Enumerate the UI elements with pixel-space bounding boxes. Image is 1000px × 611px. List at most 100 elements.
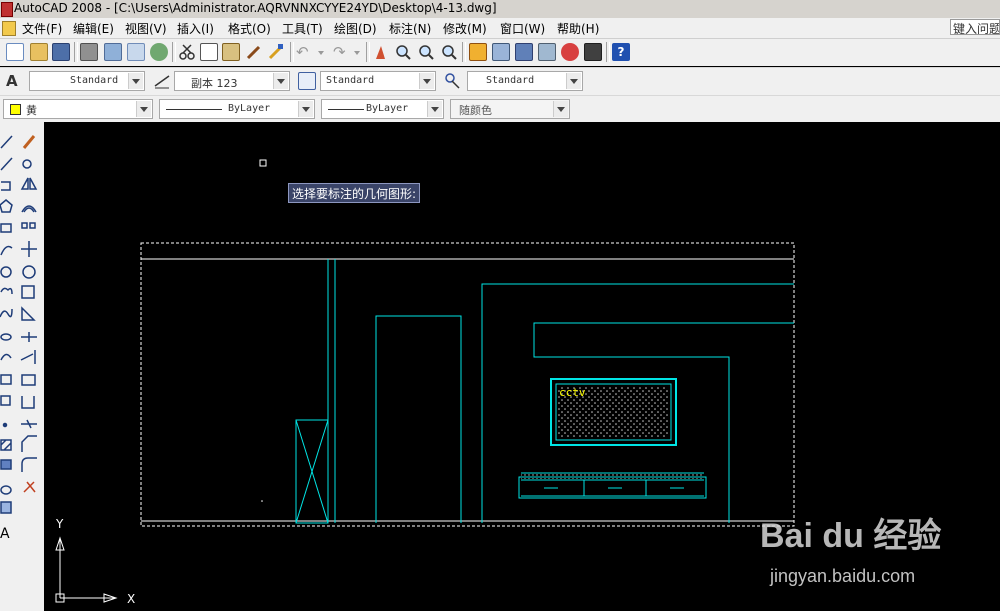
undo-dropdown-icon[interactable] <box>318 51 324 55</box>
selection-box <box>140 242 795 527</box>
new-icon[interactable] <box>6 43 24 61</box>
menu-draw[interactable]: 绘图(D) <box>334 20 377 37</box>
properties-toolbar: 黄 ByLayer ByLayer 随颜色 <box>0 95 1000 123</box>
baidu-watermark-url: jingyan.baidu.com <box>770 566 916 586</box>
construction-line-icon <box>0 157 13 171</box>
chevron-down-icon[interactable] <box>419 73 434 89</box>
separator <box>290 42 294 62</box>
redo-dropdown-icon[interactable] <box>354 51 360 55</box>
open-icon[interactable] <box>30 43 48 61</box>
stray-point <box>261 500 263 502</box>
menu-insert[interactable]: 插入(I) <box>177 20 214 37</box>
chevron-down-icon[interactable] <box>128 73 143 89</box>
help-search-input[interactable]: 键入问题 <box>950 19 1000 35</box>
separator <box>606 42 610 62</box>
region-icon <box>0 485 12 495</box>
zoom-previous-icon[interactable] <box>440 43 458 61</box>
linetype-preview <box>166 109 222 110</box>
spline-icon <box>0 308 13 318</box>
break-icon <box>21 396 35 409</box>
publish-icon[interactable] <box>127 43 145 61</box>
cut-icon[interactable] <box>178 43 196 61</box>
erase-icon <box>22 135 36 149</box>
menu-window[interactable]: 窗口(W) <box>500 20 545 37</box>
revision-cloud-icon <box>0 287 13 295</box>
separator <box>462 42 466 62</box>
redo-icon[interactable]: ↷ <box>333 43 351 61</box>
menu-tools[interactable]: 工具(T) <box>282 20 323 37</box>
title-bar: AutoCAD 2008 - [C:\Users\Administrator.A… <box>0 0 1000 19</box>
table-icon <box>0 501 12 514</box>
zoom-window-icon[interactable] <box>417 43 435 61</box>
menu-modify[interactable]: 修改(M) <box>443 20 487 37</box>
print-preview-icon[interactable] <box>104 43 122 61</box>
color-select[interactable]: 黄 <box>3 99 153 119</box>
3d-dwf-icon[interactable] <box>150 43 168 61</box>
properties-icon[interactable] <box>469 43 487 61</box>
ucs-x-label: X <box>127 592 135 606</box>
dim-style-select[interactable]: 副本 123 <box>174 71 290 91</box>
menu-dimension[interactable]: 标注(N) <box>389 20 431 37</box>
paste-icon[interactable] <box>222 43 240 61</box>
offset-icon <box>21 205 37 213</box>
lineweight-select[interactable]: ByLayer <box>321 99 444 119</box>
tv-label: cctv <box>559 386 586 399</box>
chevron-down-icon[interactable] <box>136 101 151 117</box>
block-editor-icon[interactable] <box>267 43 285 61</box>
plot-style-select[interactable]: 随颜色 <box>450 99 570 119</box>
menu-format[interactable]: 格式(O) <box>228 20 271 37</box>
separator <box>74 42 78 62</box>
app-icon <box>1 2 13 17</box>
ellipse-icon <box>0 333 12 341</box>
join-icon <box>21 419 37 429</box>
rotate-icon <box>22 265 36 279</box>
table-style-select[interactable]: Standard <box>320 71 436 91</box>
mleader-style-select[interactable]: Standard <box>467 71 583 91</box>
arc-icon <box>0 245 13 256</box>
ucs-y-label: Y <box>55 517 64 531</box>
menu-bar: 文件(F) 编辑(E) 视图(V) 插入(I) 格式(O) 工具(T) 绘图(D… <box>0 18 1000 39</box>
save-icon[interactable] <box>52 43 70 61</box>
styles-toolbar: A Standard 副本 123 Standard Standard <box>0 67 1000 95</box>
make-block-icon <box>0 395 11 406</box>
zoom-realtime-icon[interactable] <box>394 43 412 61</box>
fillet-icon <box>21 457 37 472</box>
design-center-icon[interactable] <box>492 43 510 61</box>
copy-icon[interactable] <box>200 43 218 61</box>
circle-icon <box>0 266 12 278</box>
rectangle-icon <box>0 223 12 233</box>
linetype-select[interactable]: ByLayer <box>159 99 315 119</box>
sheet-set-icon[interactable] <box>538 43 556 61</box>
menu-view[interactable]: 视图(V) <box>125 20 167 37</box>
text-style-select[interactable]: Standard <box>29 71 145 91</box>
draw-modify-toolbars: A <box>0 122 44 611</box>
help-icon[interactable]: ? <box>612 43 630 61</box>
polyline-icon <box>1 181 11 191</box>
document-icon[interactable] <box>2 21 16 36</box>
markup-set-icon[interactable] <box>561 43 579 61</box>
menu-edit[interactable]: 编辑(E) <box>73 20 114 37</box>
chevron-down-icon[interactable] <box>553 101 568 117</box>
match-properties-icon[interactable] <box>245 43 263 61</box>
chevron-down-icon[interactable] <box>298 101 313 117</box>
menu-file[interactable]: 文件(F) <box>22 20 62 37</box>
trim-icon <box>21 332 37 342</box>
chevron-down-icon[interactable] <box>273 73 288 89</box>
undo-icon[interactable]: ↶ <box>296 43 314 61</box>
text-style-icon[interactable]: A <box>6 72 24 90</box>
lineweight-preview <box>328 109 364 110</box>
mleader-style-icon[interactable] <box>444 72 462 90</box>
explode-icon <box>23 481 36 493</box>
separator <box>172 42 176 62</box>
insert-block-icon <box>0 374 12 385</box>
tool-palettes-icon[interactable] <box>515 43 533 61</box>
pan-icon[interactable] <box>372 43 390 61</box>
dim-style-icon[interactable] <box>153 72 171 90</box>
print-icon[interactable] <box>80 43 98 61</box>
table-style-icon[interactable] <box>298 72 316 90</box>
multiline-text-icon: A <box>0 526 10 542</box>
chevron-down-icon[interactable] <box>566 73 581 89</box>
menu-help[interactable]: 帮助(H) <box>557 20 599 37</box>
chevron-down-icon[interactable] <box>427 101 442 117</box>
quickcalc-icon[interactable] <box>584 43 602 61</box>
